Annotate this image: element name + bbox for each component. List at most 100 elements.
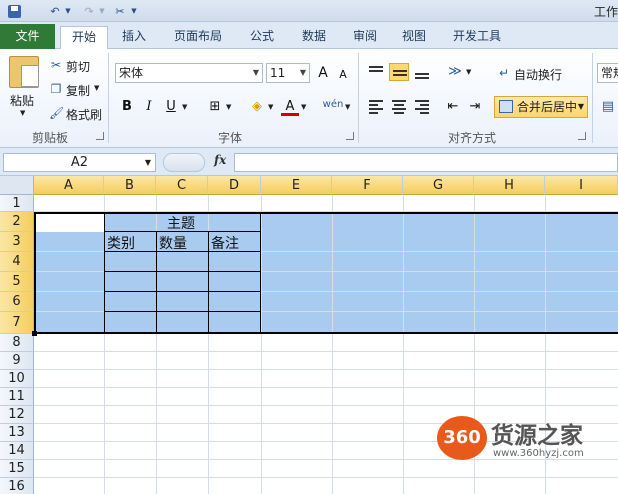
underline-button[interactable]: U	[162, 98, 180, 116]
name-box-dropdown-icon[interactable]: ▼	[145, 154, 151, 171]
wrap-text-button[interactable]: 自动换行	[514, 66, 562, 83]
merge-dropdown-icon[interactable]: ▼	[578, 97, 584, 117]
column-header[interactable]: I	[545, 176, 618, 195]
bold-button[interactable]: B	[118, 98, 136, 116]
merge-center-button[interactable]: 合并后居中 ▼	[494, 96, 588, 118]
clipboard-launcher-icon[interactable]	[96, 132, 104, 140]
row-header[interactable]: 2	[0, 212, 34, 232]
font-size-combo[interactable]: 11 ▼	[266, 63, 310, 83]
align-middle-icon[interactable]	[389, 63, 409, 81]
align-center-icon[interactable]	[389, 98, 409, 116]
font-color-dropdown-icon[interactable]: ▼	[301, 103, 306, 111]
column-header[interactable]: A	[34, 176, 104, 195]
ribbon: 粘贴 ▼ ✂ 剪切 ❐ 复制 ▼ 🖌 格式刷 剪贴板 宋体 ▼ 11 ▼ A A B…	[0, 49, 618, 148]
column-header[interactable]: E	[261, 176, 332, 195]
column-header[interactable]: B	[104, 176, 156, 195]
tab-view[interactable]: 视图	[393, 26, 435, 48]
align-right-icon[interactable]	[412, 98, 432, 116]
number-format-combo[interactable]: 常规	[597, 63, 618, 83]
paste-button[interactable]: 粘贴	[10, 92, 34, 109]
select-all-corner[interactable]	[0, 176, 34, 195]
row-header[interactable]: 15	[0, 460, 34, 478]
phonetic-dropdown-icon[interactable]: ▼	[345, 103, 350, 111]
row-header[interactable]: 11	[0, 388, 34, 406]
tab-insert[interactable]: 插入	[112, 26, 156, 48]
undo-dropdown-icon[interactable]: ▼	[64, 3, 72, 19]
row-header[interactable]: 16	[0, 478, 34, 494]
italic-button[interactable]: I	[140, 98, 158, 116]
fill-handle[interactable]	[32, 331, 37, 336]
copy-dropdown-icon[interactable]: ▼	[94, 84, 99, 92]
customize-toolbar-icon[interactable]: ▼	[130, 3, 138, 19]
accounting-format-icon[interactable]: ▤	[599, 98, 617, 116]
name-box[interactable]: A2 ▼	[3, 153, 156, 172]
cut-button[interactable]: 剪切	[66, 58, 90, 75]
group-divider	[108, 53, 109, 143]
formula-input[interactable]	[234, 153, 618, 172]
wrap-text-icon[interactable]: ↵	[497, 66, 511, 80]
borders-dropdown-icon[interactable]: ▼	[226, 103, 231, 111]
row-header[interactable]: 10	[0, 370, 34, 388]
tab-page-layout[interactable]: 页面布局	[165, 26, 231, 48]
formula-bar-toggle[interactable]	[163, 153, 205, 172]
row-header[interactable]: 3	[0, 232, 34, 252]
redo-icon[interactable]: ↷	[82, 3, 96, 19]
column-header[interactable]: G	[403, 176, 474, 195]
column-header[interactable]: D	[208, 176, 261, 195]
font-color-icon[interactable]: A	[281, 98, 299, 116]
cell-title[interactable]: 主题	[167, 213, 195, 233]
grow-font-button[interactable]: A	[314, 64, 332, 82]
insert-function-icon[interactable]: fx	[214, 153, 226, 167]
copy-button[interactable]: 复制	[66, 82, 90, 99]
row-header[interactable]: 9	[0, 352, 34, 370]
row-header[interactable]: 7	[0, 312, 34, 334]
undo-icon[interactable]: ↶	[48, 3, 62, 19]
row-header[interactable]: 4	[0, 252, 34, 272]
column-header[interactable]: F	[332, 176, 403, 195]
orientation-icon[interactable]: ≫	[446, 63, 464, 81]
fill-color-icon[interactable]: ◈	[248, 98, 266, 116]
row-header[interactable]: 8	[0, 334, 34, 352]
cell-header-quantity[interactable]: 数量	[159, 233, 187, 253]
tab-formulas[interactable]: 公式	[240, 26, 284, 48]
shrink-font-button[interactable]: A	[334, 66, 352, 84]
font-launcher-icon[interactable]	[346, 132, 354, 140]
borders-icon[interactable]: ⊞	[206, 98, 224, 116]
row-header[interactable]: 12	[0, 406, 34, 424]
row-header[interactable]: 1	[0, 195, 34, 212]
row-header[interactable]: 5	[0, 272, 34, 292]
tab-home[interactable]: 开始	[60, 26, 108, 50]
tab-file[interactable]: 文件	[0, 24, 55, 49]
tools-icon[interactable]: ✂	[112, 3, 128, 19]
align-left-icon[interactable]	[366, 98, 386, 116]
cell-header-notes[interactable]: 备注	[211, 233, 239, 253]
row-header[interactable]: 13	[0, 424, 34, 442]
paste-dropdown-icon[interactable]: ▼	[20, 109, 25, 117]
paste-icon[interactable]	[9, 56, 39, 88]
column-header[interactable]: H	[474, 176, 545, 195]
orientation-dropdown-icon[interactable]: ▼	[466, 68, 471, 76]
underline-dropdown-icon[interactable]: ▼	[182, 103, 187, 111]
column-header[interactable]: C	[156, 176, 208, 195]
tab-data[interactable]: 数据	[292, 26, 336, 48]
decrease-indent-icon[interactable]: ⇤	[444, 98, 462, 116]
cell-header-category[interactable]: 类别	[107, 233, 135, 253]
selection-border	[34, 212, 618, 334]
tab-review[interactable]: 审阅	[344, 26, 386, 48]
increase-indent-icon[interactable]: ⇥	[466, 98, 484, 116]
copy-icon[interactable]: ❐	[49, 82, 63, 96]
align-bottom-icon[interactable]	[412, 63, 432, 81]
phonetic-icon[interactable]: wén	[322, 96, 344, 114]
fill-color-dropdown-icon[interactable]: ▼	[268, 103, 273, 111]
redo-dropdown-icon[interactable]: ▼	[98, 3, 106, 19]
tab-developer[interactable]: 开发工具	[444, 26, 510, 48]
format-painter-icon[interactable]: 🖌	[49, 106, 64, 120]
font-name-combo[interactable]: 宋体 ▼	[115, 63, 263, 83]
align-top-icon[interactable]	[366, 63, 386, 81]
format-painter-button[interactable]: 格式刷	[66, 106, 102, 123]
save-icon[interactable]	[6, 3, 22, 19]
row-header[interactable]: 6	[0, 292, 34, 312]
scissors-icon[interactable]: ✂	[49, 58, 63, 72]
row-header[interactable]: 14	[0, 442, 34, 460]
alignment-launcher-icon[interactable]	[578, 132, 586, 140]
